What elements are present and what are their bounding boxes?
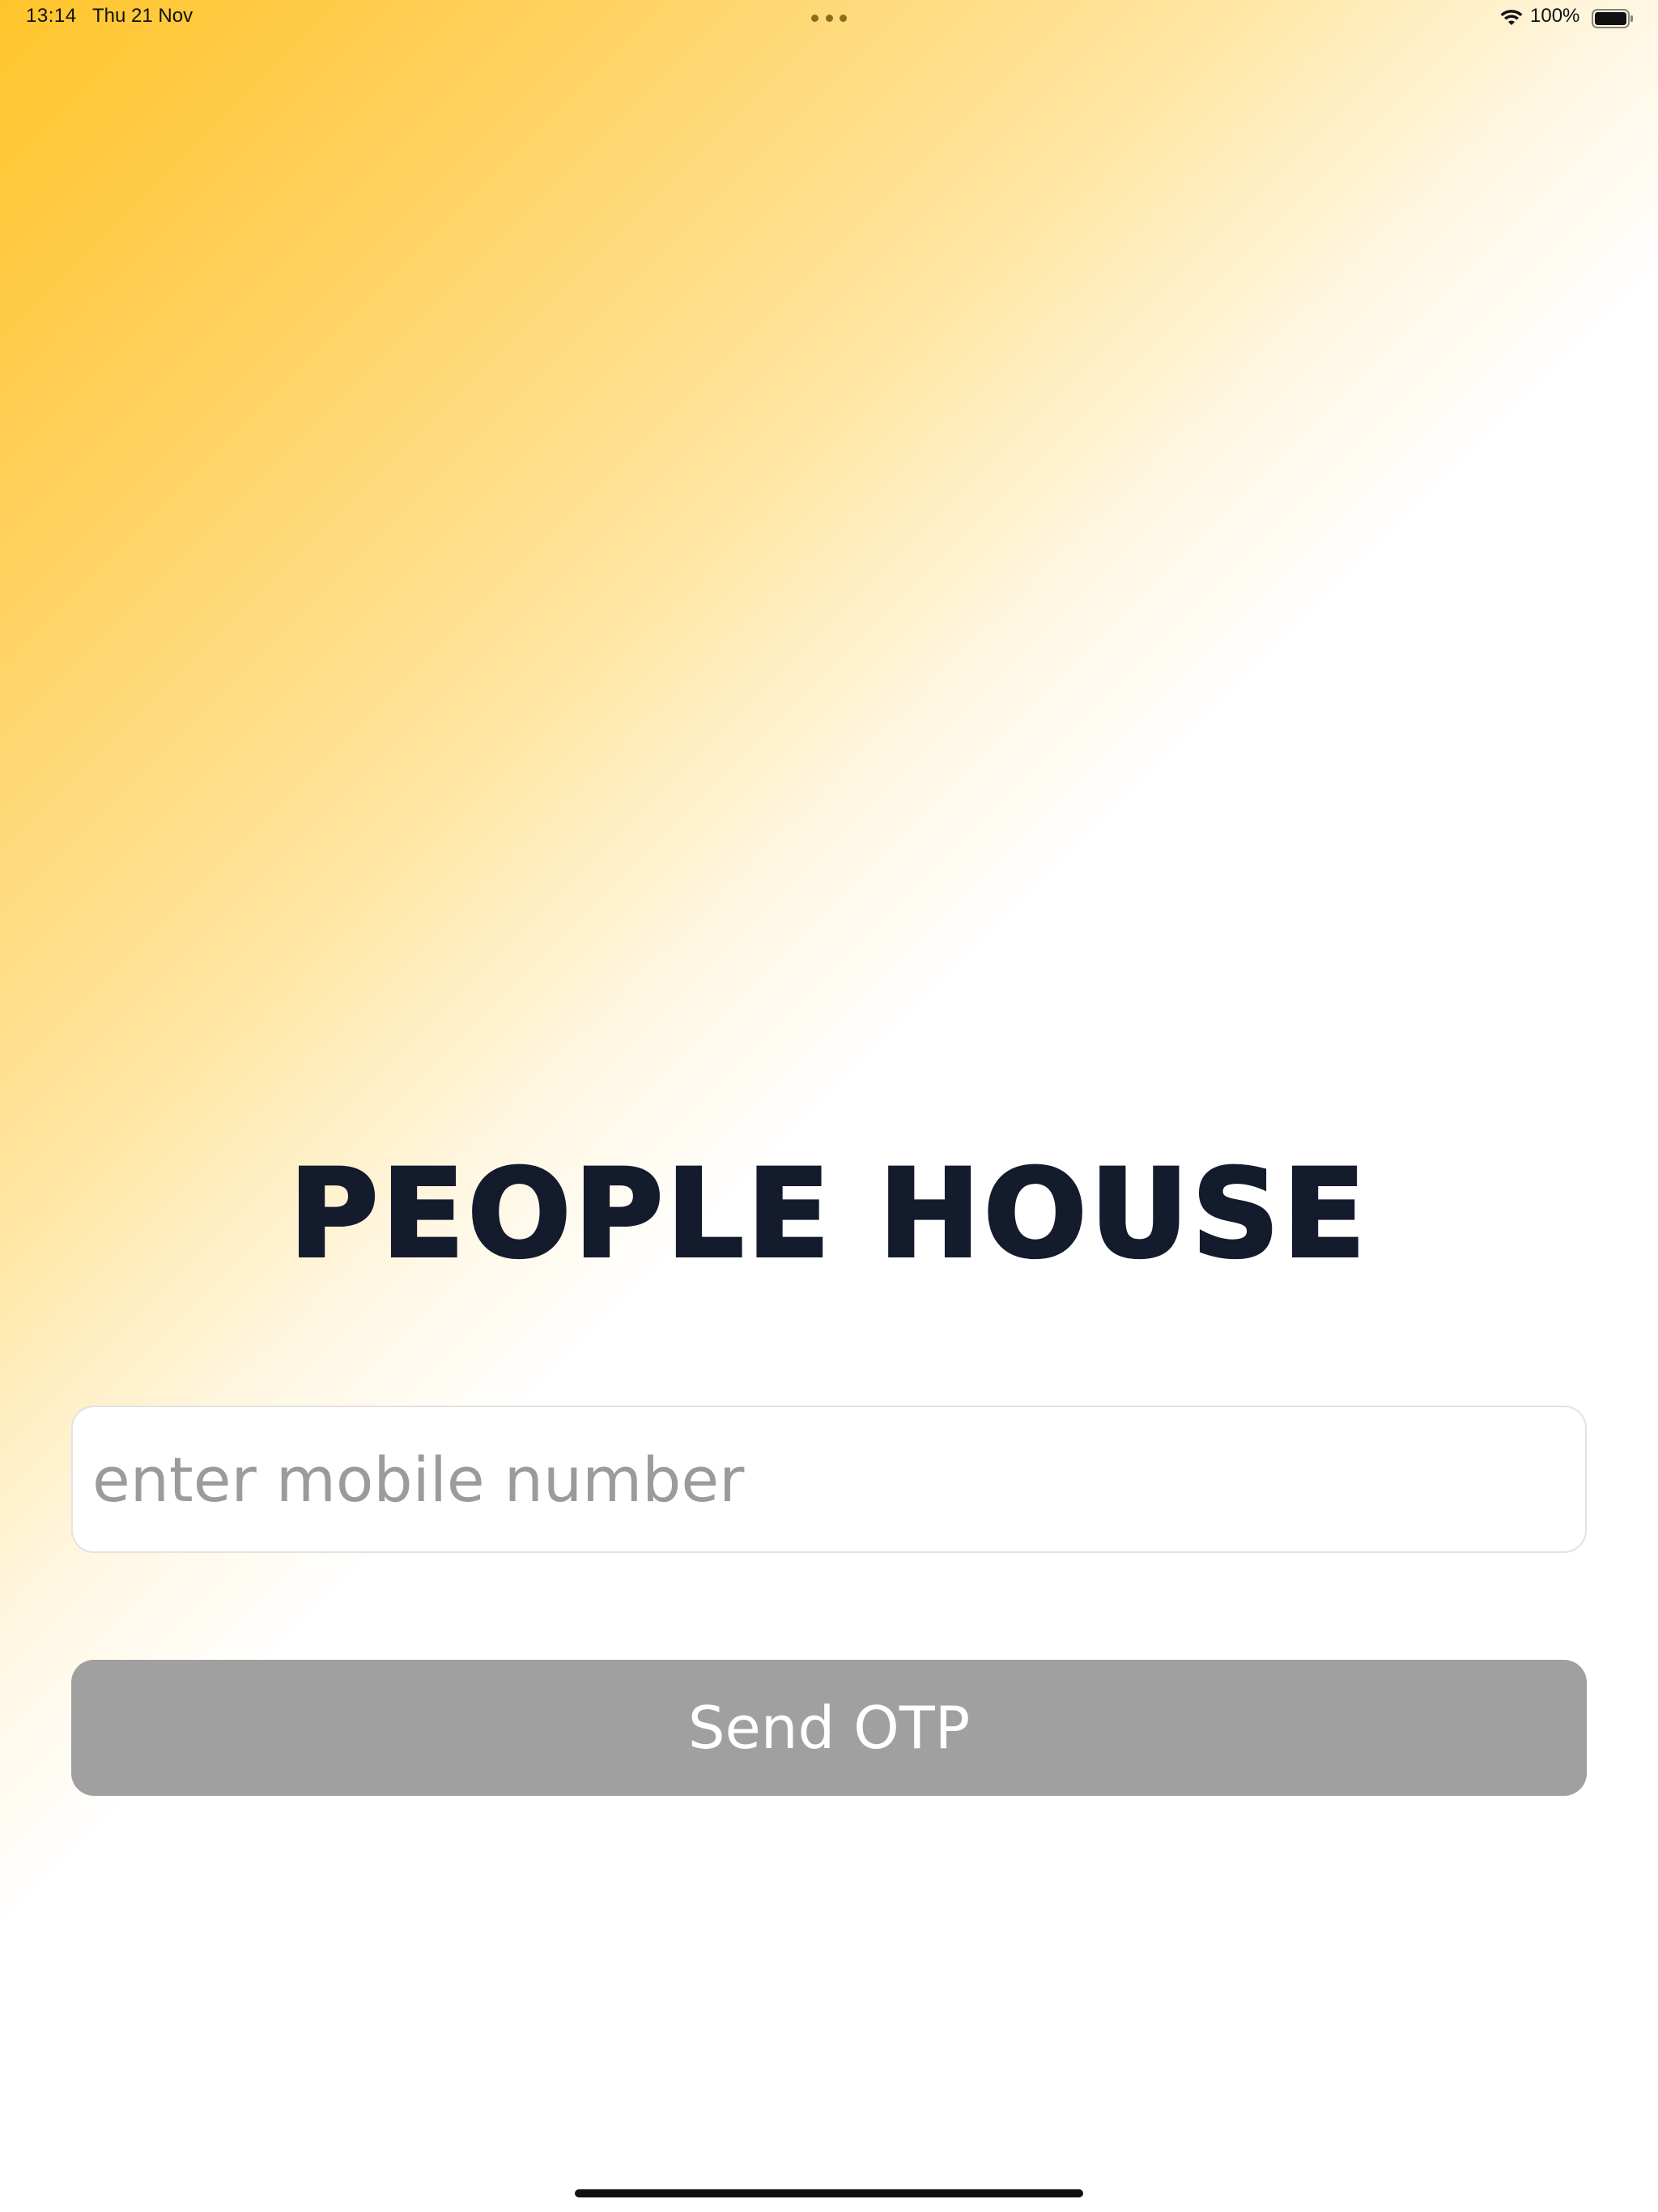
dot bbox=[825, 15, 833, 22]
battery-icon bbox=[1592, 9, 1633, 28]
status-date: Thu 21 Nov bbox=[92, 5, 193, 27]
status-time: 13:14 bbox=[26, 5, 77, 27]
app-title: PEOPLE HOUSE bbox=[287, 1144, 1369, 1285]
status-bar: 13:14 Thu 21 Nov 100% bbox=[0, 0, 1658, 39]
background-gradient bbox=[0, 0, 1658, 2212]
send-otp-button[interactable]: Send OTP bbox=[71, 1660, 1587, 1796]
dot bbox=[811, 15, 818, 22]
wifi-icon bbox=[1500, 10, 1523, 25]
mobile-number-input[interactable] bbox=[71, 1406, 1587, 1553]
multitask-dots-icon[interactable] bbox=[811, 15, 847, 23]
battery-percentage: 100% bbox=[1530, 5, 1580, 27]
home-indicator[interactable] bbox=[575, 2189, 1083, 2197]
dot bbox=[840, 15, 847, 22]
